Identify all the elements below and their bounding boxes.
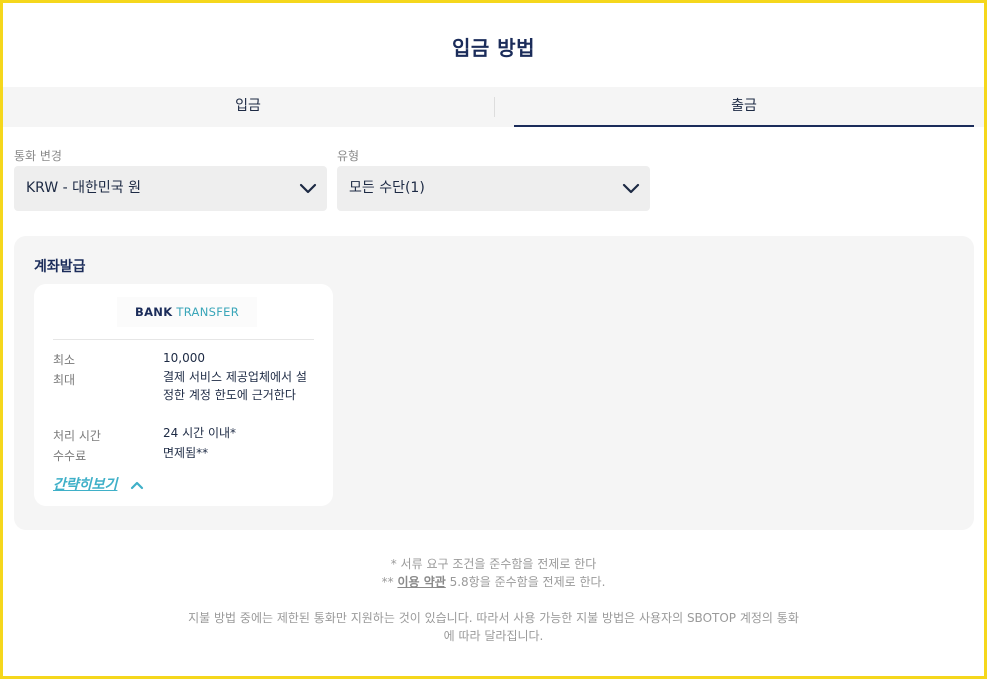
type-select[interactable]: 모든 수단(1) <box>337 166 650 211</box>
bank-transfer-card[interactable]: BANK TRANSFER 최소 10,000 최대 결제 서비스 제공업체에서… <box>34 284 333 506</box>
note-currency-line2: 에 따라 달라집니다. <box>443 629 544 643</box>
terms-link[interactable]: 이용 약관 <box>397 575 445 589</box>
max-label: 최대 <box>53 373 76 387</box>
currency-value: KRW - 대한민국 원 <box>26 180 141 196</box>
note-terms-suffix: 5.8항을 준수함을 전제로 한다. <box>445 575 606 589</box>
tab-deposit[interactable]: 입금 <box>3 87 493 127</box>
note-terms: ** 이용 약관 5.8항을 준수함을 전제로 한다. <box>0 573 987 591</box>
logo-word-bank: BANK <box>135 305 173 319</box>
min-label: 최소 <box>53 353 76 367</box>
fee-value: 면제됨** <box>163 446 209 460</box>
page-title: 입금 방법 <box>451 36 536 60</box>
fee-label: 수수료 <box>53 449 87 463</box>
type-value: 모든 수단(1) <box>349 180 425 196</box>
currency-select[interactable]: KRW - 대한민국 원 <box>14 166 327 211</box>
processing-time-label: 처리 시간 <box>53 429 101 443</box>
note-documents: * 서류 요구 조건을 준수함을 전제로 한다 <box>390 557 597 571</box>
min-value: 10,000 <box>163 351 205 365</box>
chevron-down-icon <box>622 183 640 194</box>
type-label: 유형 <box>337 149 360 163</box>
currency-label: 통화 변경 <box>14 149 62 163</box>
processing-time-value: 24 시간 이내* <box>163 426 237 440</box>
chevron-up-icon[interactable] <box>130 480 144 490</box>
note-terms-prefix: ** <box>381 575 398 589</box>
tab-divider <box>494 97 495 117</box>
max-value: 결제 서비스 제공업체에서 설정한 계정 한도에 근거한다 <box>163 370 307 402</box>
payment-method-panel: 계좌발급 BANK TRANSFER 최소 10,000 최대 결제 서비스 제… <box>14 236 974 530</box>
section-title: 계좌발급 <box>34 259 86 275</box>
card-divider <box>53 339 314 340</box>
tab-bar: 입금 출금 <box>3 87 984 127</box>
tab-withdraw[interactable]: 출금 <box>514 87 974 127</box>
bank-transfer-logo: BANK TRANSFER <box>117 297 257 327</box>
chevron-down-icon <box>299 183 317 194</box>
logo-word-transfer: TRANSFER <box>176 305 239 319</box>
collapse-link[interactable]: 간략히보기 <box>53 474 117 494</box>
note-currency-line1: 지불 방법 중에는 제한된 통화만 지원하는 것이 있습니다. 따라서 사용 가… <box>188 611 799 625</box>
